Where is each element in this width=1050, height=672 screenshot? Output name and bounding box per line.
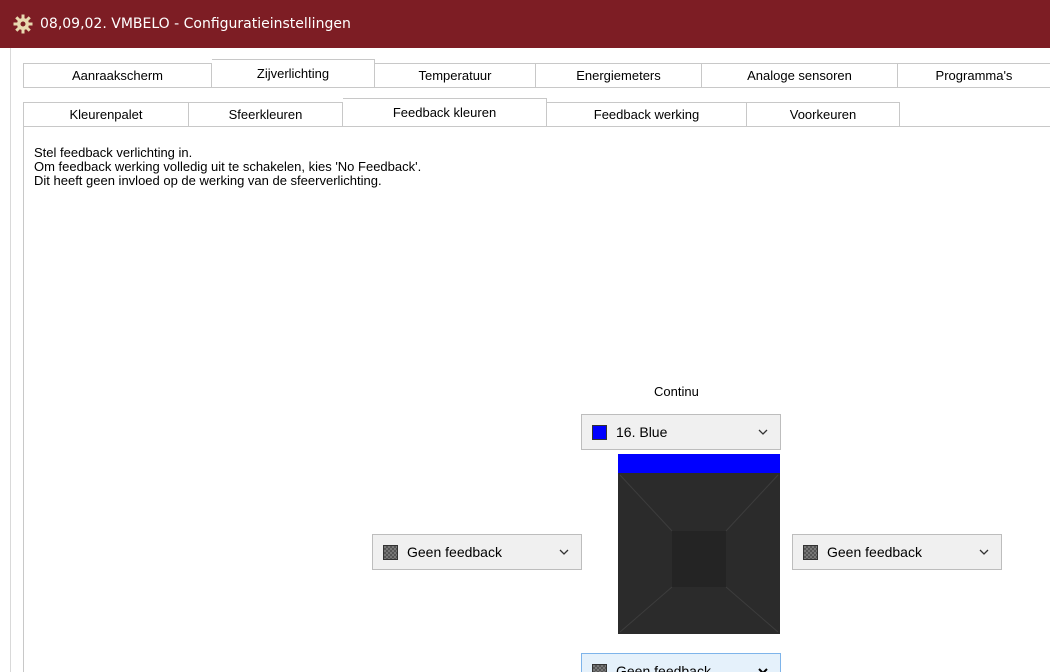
sub-tab-row: Kleurenpalet Sfeerkleuren Feedback kleur…: [23, 98, 900, 126]
description: Stel feedback verlichting in. Om feedbac…: [34, 146, 421, 188]
left-feedback-value: Geen feedback: [407, 544, 502, 560]
right-feedback-value: Geen feedback: [827, 544, 922, 560]
tab-feedback-werking[interactable]: Feedback werking: [547, 102, 747, 126]
right-feedback-select[interactable]: Geen feedback: [792, 534, 1002, 570]
description-line-1: Stel feedback verlichting in.: [34, 145, 193, 160]
description-line-3: Dit heeft geen invloed op de werking van…: [34, 173, 382, 188]
panel-preview: [618, 454, 780, 634]
color-swatch: [383, 544, 398, 560]
feedback-colors-panel: Stel feedback verlichting in. Om feedbac…: [23, 126, 1050, 672]
color-swatch: [803, 544, 818, 560]
tab-kleurenpalet[interactable]: Kleurenpalet: [23, 102, 189, 126]
chevron-down-icon: [758, 668, 768, 672]
top-feedback-value: 16. Blue: [616, 424, 668, 440]
tab-feedback-kleuren[interactable]: Feedback kleuren: [343, 98, 547, 126]
continu-label: Continu: [654, 384, 699, 399]
tab-aanraakscherm[interactable]: Aanraakscherm: [23, 63, 212, 87]
left-feedback-select[interactable]: Geen feedback: [372, 534, 582, 570]
tab-voorkeuren[interactable]: Voorkeuren: [747, 102, 900, 126]
tab-sfeerkleuren[interactable]: Sfeerkleuren: [189, 102, 343, 126]
color-swatch: [592, 424, 607, 440]
tab-energiemeters[interactable]: Energiemeters: [536, 63, 702, 87]
chevron-down-icon: [979, 549, 989, 555]
gear-icon: [12, 13, 34, 35]
settings-frame: Aanraakscherm Zijverlichting Temperatuur…: [10, 48, 1050, 672]
chevron-down-icon: [758, 429, 768, 435]
panel-face: [618, 473, 780, 634]
tab-programmas[interactable]: Programma's: [898, 63, 1050, 87]
main-tab-row: Aanraakscherm Zijverlichting Temperatuur…: [23, 59, 1050, 87]
description-line-2: Om feedback werking volledig uit te scha…: [34, 159, 422, 174]
window-title: 08,09,02. VMBELO - Configuratieinstellin…: [40, 16, 351, 32]
chevron-down-icon: [559, 549, 569, 555]
tab-zijverlichting[interactable]: Zijverlichting: [212, 59, 375, 87]
bottom-feedback-select[interactable]: Geen feedback: [581, 653, 781, 672]
color-swatch: [592, 663, 607, 672]
title-bar: 08,09,02. VMBELO - Configuratieinstellin…: [0, 0, 1050, 48]
main-tab-divider: [23, 87, 1050, 88]
tab-analoge-sensoren[interactable]: Analoge sensoren: [702, 63, 898, 87]
tab-temperatuur[interactable]: Temperatuur: [375, 63, 536, 87]
bottom-feedback-value: Geen feedback: [616, 663, 711, 672]
feedback-led-bar: [618, 454, 780, 473]
top-feedback-select[interactable]: 16. Blue: [581, 414, 781, 450]
